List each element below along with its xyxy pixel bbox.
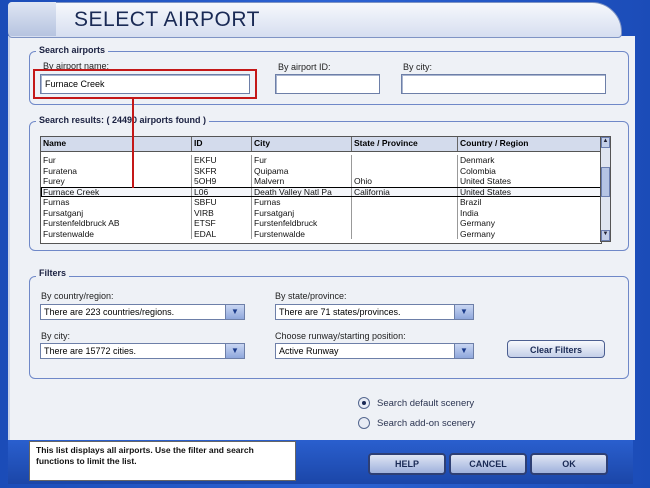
cell-state bbox=[352, 228, 458, 239]
scroll-up-icon[interactable]: ▲ bbox=[601, 137, 610, 148]
col-header-country[interactable]: Country / Region bbox=[458, 137, 601, 151]
cell-id: VIRB bbox=[192, 207, 252, 218]
table-row[interactable]: Furstenfeldbruck AB ETSF Furstenfeldbruc… bbox=[41, 218, 601, 229]
cell-country: Denmark bbox=[460, 155, 495, 165]
city-filter-value: There are 15772 cities. bbox=[44, 346, 137, 356]
state-filter-value: There are 71 states/provinces. bbox=[279, 307, 401, 317]
filters-group-label: Filters bbox=[36, 268, 70, 278]
cell-name: Furnas bbox=[41, 197, 192, 208]
results-table-header: Name ID City State / Province Country / … bbox=[41, 137, 601, 152]
radio-default-scenery[interactable] bbox=[358, 397, 370, 409]
hint-box: This list displays all airports. Use the… bbox=[29, 441, 296, 481]
cell-state: California bbox=[352, 186, 458, 197]
airport-id-label: By airport ID: bbox=[278, 62, 331, 72]
window-title: SELECT AIRPORT bbox=[74, 8, 260, 31]
cell-name: Furnace Creek bbox=[41, 186, 192, 197]
cell-id: 5OH9 bbox=[192, 176, 252, 187]
cell-city: Furstenwalde bbox=[252, 228, 352, 239]
col-header-city[interactable]: City bbox=[252, 137, 352, 151]
table-row-selected[interactable]: Furnace Creek L06 Death Valley Natl Pa C… bbox=[41, 186, 601, 197]
cell-name: Furstenfeldbruck AB bbox=[41, 218, 192, 229]
cell-id: SKFR bbox=[192, 165, 252, 176]
chevron-down-icon[interactable]: ▼ bbox=[454, 344, 473, 358]
results-group-label: Search results: ( 24490 airports found ) bbox=[36, 115, 210, 125]
col-header-id[interactable]: ID bbox=[192, 137, 252, 151]
help-button[interactable]: HELP bbox=[368, 453, 446, 475]
cell-name: Furey bbox=[41, 176, 192, 187]
default-scenery-label[interactable]: Search default scenery bbox=[377, 398, 474, 409]
cancel-button[interactable]: CANCEL bbox=[449, 453, 527, 475]
table-row[interactable]: Furey 5OH9 Malvern Ohio United States bbox=[41, 176, 601, 187]
cell-state bbox=[352, 197, 458, 208]
search-group-label: Search airports bbox=[36, 45, 109, 55]
cell-country: India bbox=[460, 207, 479, 218]
title-tab bbox=[8, 2, 56, 36]
cell-name: Furatena bbox=[41, 165, 192, 176]
chevron-down-icon[interactable]: ▼ bbox=[454, 305, 473, 319]
cell-country: United States bbox=[460, 176, 512, 186]
scroll-down-icon[interactable]: ▼ bbox=[601, 230, 610, 241]
state-filter-dropdown[interactable]: There are 71 states/provinces. ▼ bbox=[275, 304, 474, 320]
cell-city: Quipama bbox=[252, 165, 352, 176]
clear-filters-button[interactable]: Clear Filters bbox=[507, 340, 605, 358]
cell-id: EKFU bbox=[192, 155, 252, 166]
highlight-connector bbox=[132, 99, 134, 188]
cell-name: Furstenwalde bbox=[41, 228, 192, 239]
city-filter-label: By city: bbox=[41, 331, 71, 341]
cell-country: Germany bbox=[460, 218, 495, 228]
chevron-down-icon[interactable]: ▼ bbox=[225, 305, 244, 319]
cell-city: Furnas bbox=[252, 197, 352, 208]
runway-dropdown[interactable]: Active Runway ▼ bbox=[275, 343, 474, 359]
cell-state bbox=[352, 207, 458, 218]
runway-value: Active Runway bbox=[279, 346, 339, 356]
cell-city: Fursatganj bbox=[252, 207, 352, 218]
cell-country: United States bbox=[458, 186, 601, 197]
city-filter-dropdown[interactable]: There are 15772 cities. ▼ bbox=[40, 343, 245, 359]
radio-addon-scenery[interactable] bbox=[358, 417, 370, 429]
table-row[interactable]: Furatena SKFR Quipama Colombia bbox=[41, 165, 601, 176]
country-filter-dropdown[interactable]: There are 223 countries/regions. ▼ bbox=[40, 304, 245, 320]
cell-city: Fur bbox=[252, 155, 352, 166]
col-header-name[interactable]: Name bbox=[41, 137, 192, 151]
cell-state bbox=[352, 218, 458, 229]
cell-state bbox=[352, 155, 458, 166]
addon-scenery-label[interactable]: Search add-on scenery bbox=[377, 418, 475, 429]
cell-country: Colombia bbox=[460, 165, 496, 176]
table-row[interactable]: Fursatganj VIRB Fursatganj India bbox=[41, 207, 601, 218]
cell-id: ETSF bbox=[192, 218, 252, 229]
cell-state: Ohio bbox=[352, 176, 458, 187]
country-filter-value: There are 223 countries/regions. bbox=[44, 307, 175, 317]
cell-city: Malvern bbox=[252, 176, 352, 187]
title-bar: SELECT AIRPORT bbox=[8, 2, 622, 38]
table-row[interactable]: Furstenwalde EDAL Furstenwalde Germany bbox=[41, 228, 601, 239]
cell-state bbox=[352, 165, 458, 176]
cell-country: Brazil bbox=[460, 197, 482, 207]
cell-name: Fur bbox=[41, 155, 192, 166]
cell-id: L06 bbox=[192, 186, 252, 197]
state-filter-label: By state/province: bbox=[275, 291, 347, 301]
cell-city: Furstenfeldbruck bbox=[252, 218, 352, 229]
cell-id: EDAL bbox=[192, 228, 252, 239]
highlight-box bbox=[33, 69, 257, 99]
cell-id: SBFU bbox=[192, 197, 252, 208]
cell-country: Germany bbox=[460, 228, 495, 239]
chevron-down-icon[interactable]: ▼ bbox=[225, 344, 244, 358]
col-header-state[interactable]: State / Province bbox=[352, 137, 458, 151]
table-row[interactable]: Furnas SBFU Furnas Brazil bbox=[41, 197, 601, 208]
results-table-body: Fur EKFU Fur Denmark Furatena SKFR Quipa… bbox=[41, 152, 601, 239]
table-row[interactable]: Fur EKFU Fur Denmark bbox=[41, 155, 601, 166]
country-filter-label: By country/region: bbox=[41, 291, 114, 301]
airport-id-input[interactable] bbox=[275, 74, 380, 94]
results-scrollbar[interactable]: ▲ ▼ bbox=[600, 136, 611, 242]
cell-name: Fursatganj bbox=[41, 207, 192, 218]
runway-label: Choose runway/starting position: bbox=[275, 331, 406, 341]
cell-city: Death Valley Natl Pa bbox=[252, 186, 352, 197]
results-table: Name ID City State / Province Country / … bbox=[40, 136, 602, 244]
ok-button[interactable]: OK bbox=[530, 453, 608, 475]
city-label: By city: bbox=[403, 62, 433, 72]
scroll-thumb[interactable] bbox=[601, 167, 610, 197]
city-input[interactable] bbox=[401, 74, 606, 94]
